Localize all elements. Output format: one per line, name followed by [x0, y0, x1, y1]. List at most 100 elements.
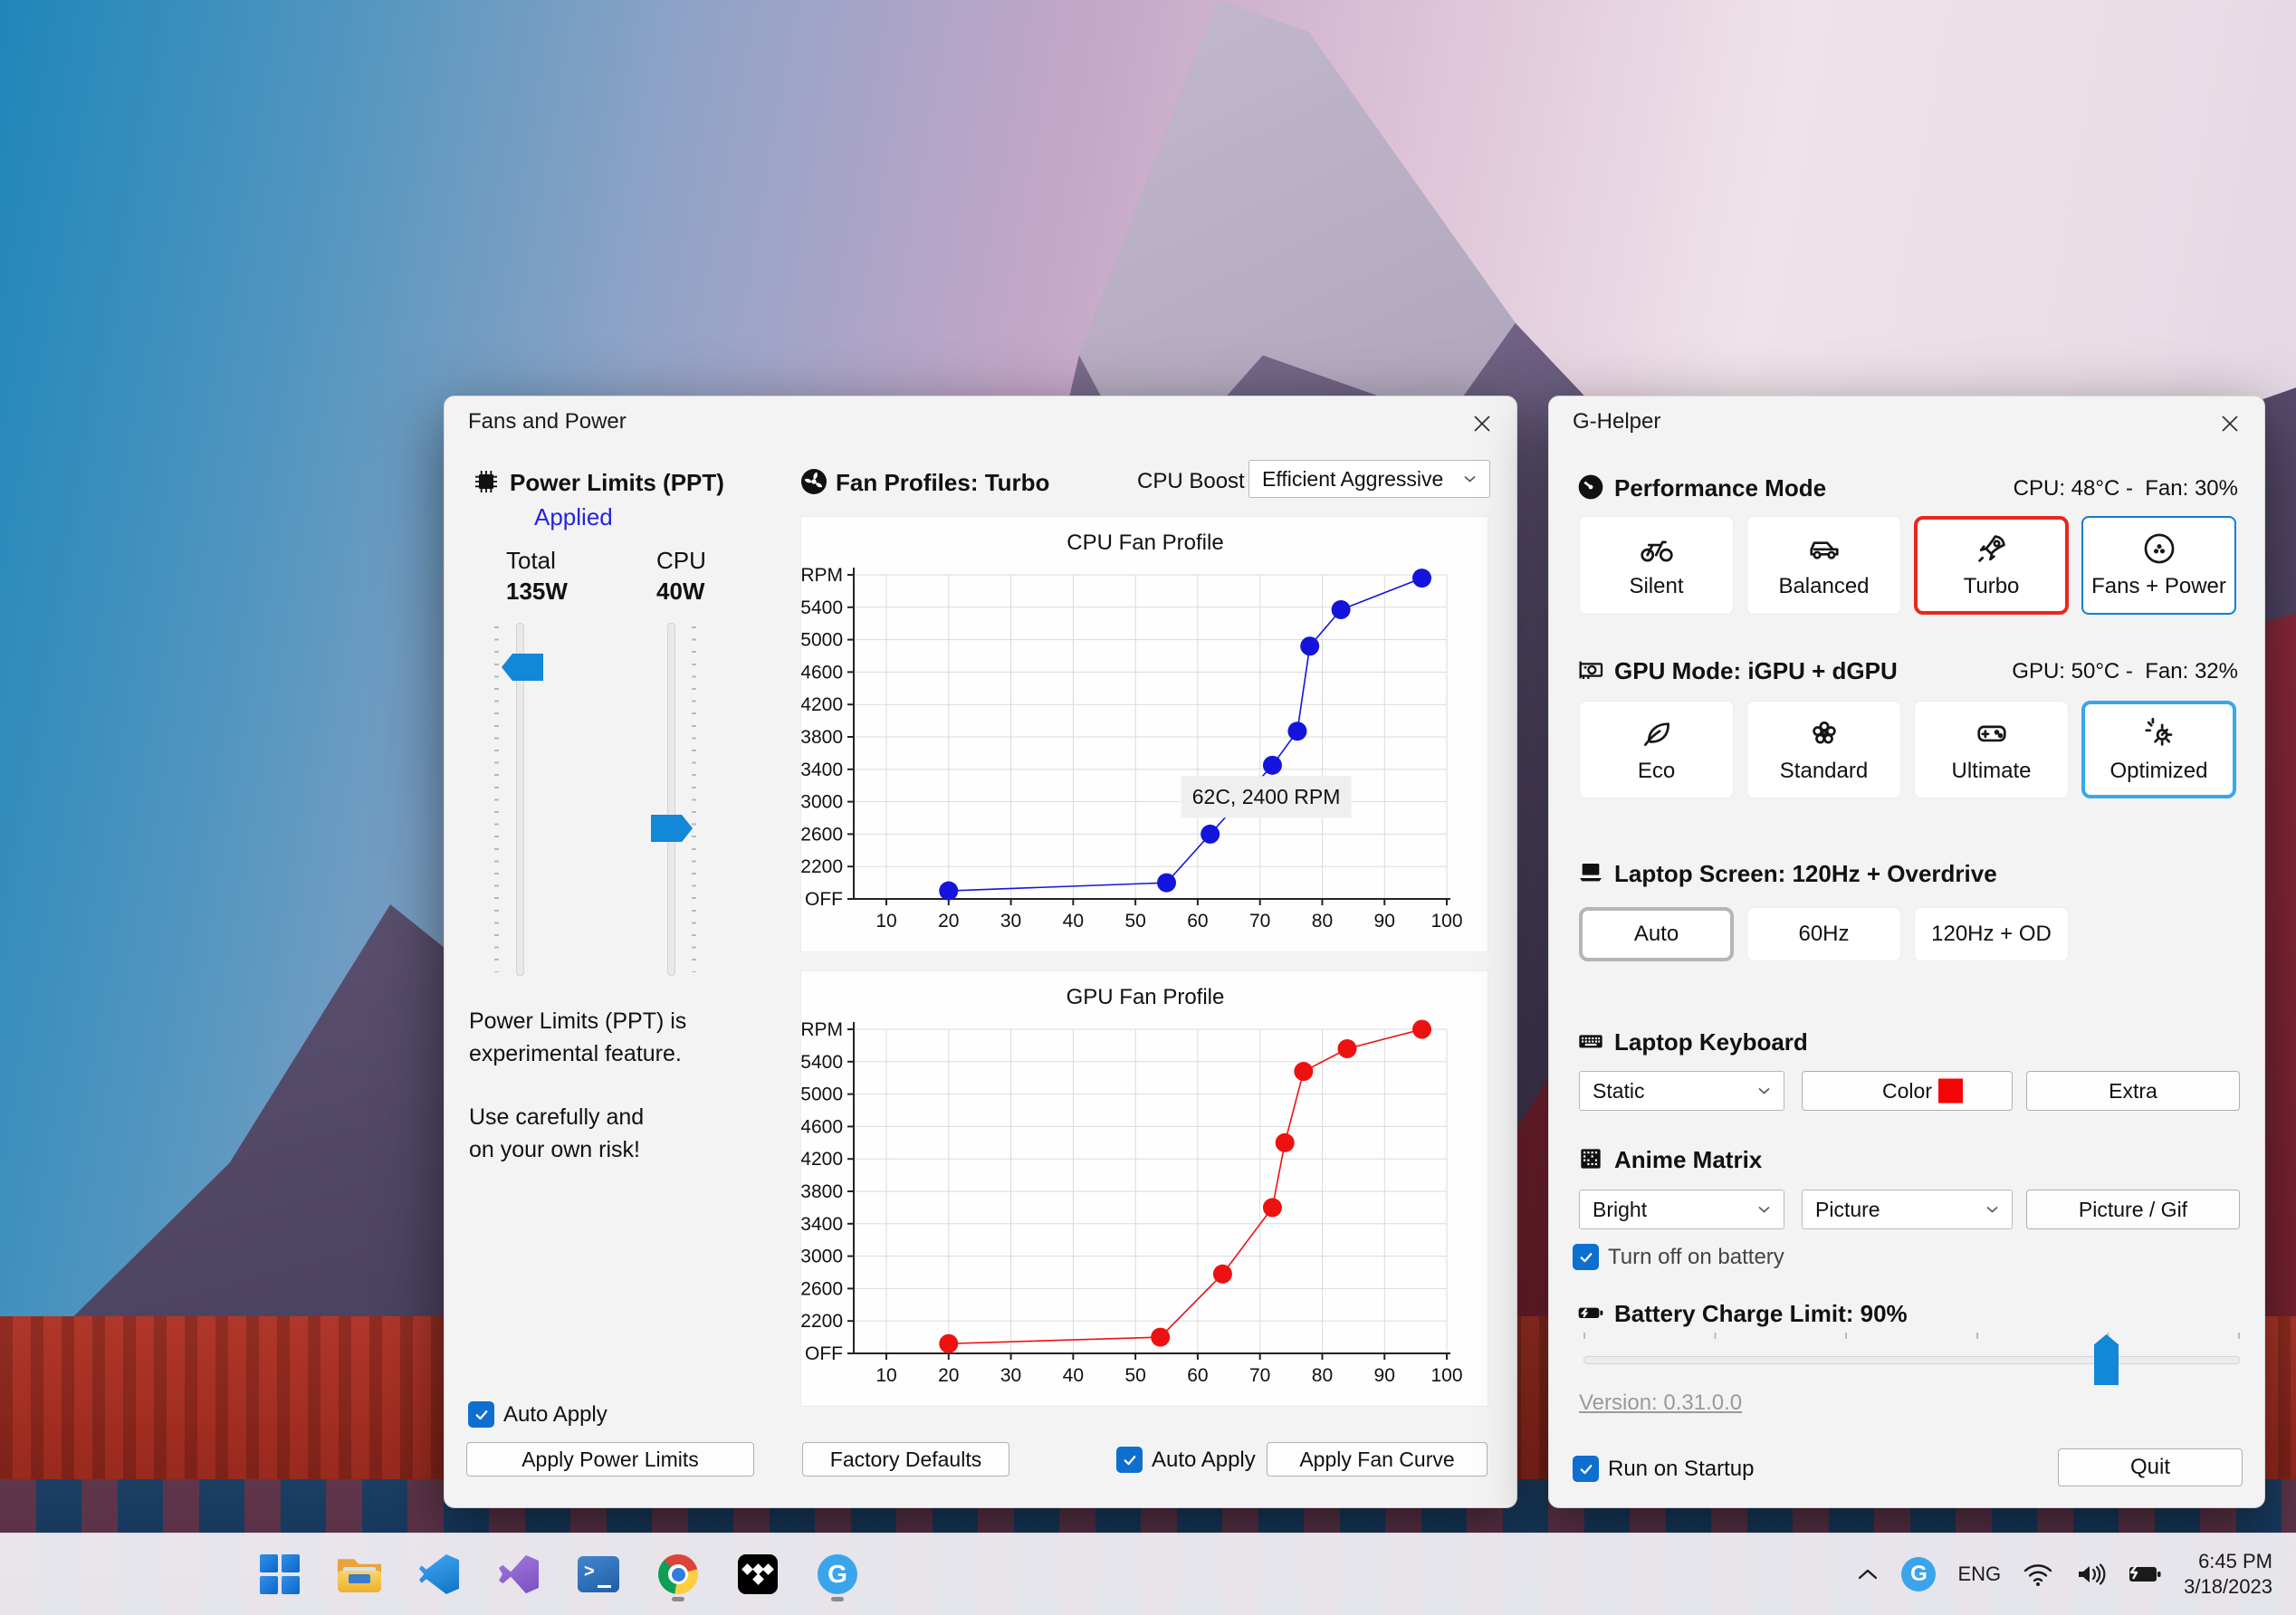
visual-studio-icon — [499, 1554, 539, 1594]
fans-power-button[interactable]: Fans + Power — [2081, 516, 2236, 615]
ghelper-taskbar-button[interactable]: G — [813, 1546, 862, 1602]
chevron-down-icon — [1464, 475, 1476, 483]
svg-text:3400: 3400 — [801, 760, 843, 780]
visual-studio-button[interactable] — [494, 1546, 543, 1602]
battery-charging-icon[interactable] — [2128, 1562, 2162, 1586]
turn-off-on-battery-label: Turn off on battery — [1608, 1244, 1784, 1269]
factory-defaults-button[interactable]: Factory Defaults — [802, 1442, 1009, 1476]
chrome-button[interactable] — [654, 1546, 703, 1602]
matrix-mode-value: Picture — [1815, 1197, 1880, 1221]
volume-icon[interactable] — [2075, 1562, 2106, 1587]
svg-text:80: 80 — [1312, 911, 1333, 932]
screen-120hz-od-button[interactable]: 120Hz + OD — [1914, 907, 2069, 961]
total-slider-thumb[interactable] — [502, 654, 543, 681]
version-link[interactable]: Version: 0.31.0.0 — [1579, 1390, 1742, 1416]
run-on-startup-checkbox[interactable]: Run on Startup — [1573, 1456, 1754, 1482]
checkbox-checked-icon[interactable] — [1573, 1456, 1599, 1482]
ultimate-gpu-button[interactable]: Ultimate — [1914, 701, 2069, 798]
svg-text:20: 20 — [938, 1365, 959, 1386]
color-swatch — [1938, 1078, 1963, 1104]
gpu-fan-chart-panel: GPU Fan Profile OFF 2200 2600 3000 3400 3800 42… — [800, 970, 1488, 1407]
file-explorer-button[interactable] — [335, 1546, 384, 1602]
language-indicator[interactable]: ENG — [1957, 1562, 2001, 1586]
ghelper-tray-icon[interactable]: G — [1901, 1557, 1937, 1591]
keyboard-icon — [1579, 1035, 1602, 1048]
mode-button-label: Standard — [1779, 758, 1869, 783]
auto-apply-fan-checkbox[interactable]: Auto Apply — [1116, 1447, 1256, 1473]
turbo-mode-button[interactable]: Turbo — [1914, 516, 2069, 615]
svg-text:30: 30 — [1000, 911, 1021, 932]
close-icon[interactable] — [1462, 406, 1502, 442]
total-label: Total — [506, 547, 556, 574]
picture-gif-button[interactable]: Picture / Gif — [2026, 1190, 2240, 1229]
battery-slider-thumb[interactable] — [2094, 1334, 2119, 1385]
gpu-fan-curve-chart[interactable]: GPU Fan Profile OFF 2200 2600 3000 3400 3800 42… — [801, 971, 1489, 1408]
auto-apply-power-checkbox[interactable]: Auto Apply — [468, 1401, 607, 1428]
cpu-slider-thumb[interactable] — [651, 815, 693, 842]
powershell-button[interactable]: > — [574, 1546, 623, 1602]
vscode-button[interactable] — [415, 1546, 464, 1602]
wifi-icon[interactable] — [2023, 1562, 2053, 1587]
keyboard-extra-button[interactable]: Extra — [2026, 1071, 2240, 1111]
svg-text:OFF: OFF — [805, 889, 843, 910]
battery-limit-slider[interactable] — [1583, 1333, 2240, 1387]
turn-off-on-battery-checkbox[interactable]: Turn off on battery — [1573, 1244, 1784, 1270]
flower-icon — [1812, 721, 1836, 743]
slider-ticks — [692, 626, 696, 972]
start-button[interactable] — [255, 1546, 304, 1602]
svg-text:20: 20 — [938, 911, 959, 932]
warning-text-line1: Power Limits (PPT) is — [469, 1008, 687, 1034]
screen-buttons-row: Auto 60Hz 120Hz + OD — [1579, 907, 2069, 961]
vscode-icon — [419, 1554, 459, 1594]
matrix-mode-dropdown[interactable]: Picture — [1802, 1190, 2013, 1229]
total-power-slider[interactable] — [494, 623, 545, 976]
balanced-mode-button[interactable]: Balanced — [1746, 516, 1901, 615]
applied-status-link[interactable]: Applied — [534, 503, 613, 531]
cpu-power-slider[interactable] — [646, 623, 696, 976]
leaf-icon — [1643, 721, 1669, 746]
svg-text:2200: 2200 — [801, 856, 843, 877]
eco-gpu-button[interactable]: Eco — [1579, 701, 1734, 798]
gpu-mode-header: GPU Mode: iGPU + dGPU — [1614, 657, 1898, 684]
bicycle-icon — [1640, 540, 1673, 562]
tray-chevron-up-icon[interactable] — [1856, 1567, 1880, 1582]
standard-gpu-button[interactable]: Standard — [1746, 701, 1901, 798]
svg-text:3000: 3000 — [801, 792, 843, 813]
svg-text:5400: 5400 — [801, 597, 843, 618]
checkbox-checked-icon[interactable] — [1116, 1447, 1143, 1473]
close-icon[interactable] — [2210, 406, 2250, 442]
slider-track[interactable] — [667, 623, 675, 976]
svg-text:OFF: OFF — [805, 1343, 843, 1364]
checkbox-checked-icon[interactable] — [1573, 1244, 1599, 1270]
total-value: 135W — [506, 578, 568, 605]
keyboard-mode-dropdown[interactable]: Static — [1579, 1071, 1784, 1111]
gpu-buttons-row: Eco Standard Ultimate Optimized — [1579, 701, 2236, 798]
fans-and-power-window: Fans and Power Power Limits (PPT) Applie… — [444, 396, 1517, 1508]
cpu-boost-dropdown[interactable]: Efficient Aggressive — [1248, 460, 1490, 498]
svg-text:62C, 2400 RPM: 62C, 2400 RPM — [1192, 785, 1341, 808]
cpu-boost-label: CPU Boost — [1137, 469, 1245, 493]
car-icon — [1809, 541, 1839, 559]
svg-text:50: 50 — [1124, 1365, 1145, 1386]
matrix-brightness-dropdown[interactable]: Bright — [1579, 1190, 1784, 1229]
screen-60hz-button[interactable]: 60Hz — [1746, 907, 1901, 961]
running-indicator — [831, 1597, 844, 1601]
mode-button-label: Eco — [1637, 758, 1676, 783]
screen-auto-button[interactable]: Auto — [1579, 907, 1734, 961]
tidal-button[interactable] — [733, 1546, 782, 1602]
silent-mode-button[interactable]: Silent — [1579, 516, 1734, 615]
keyboard-color-button[interactable]: Color — [1802, 1071, 2013, 1111]
apply-power-limits-button[interactable]: Apply Power Limits — [466, 1442, 754, 1476]
chevron-down-icon — [1986, 1206, 1998, 1213]
quit-button[interactable]: Quit — [2058, 1448, 2243, 1486]
svg-text:4200: 4200 — [801, 1149, 843, 1170]
checkbox-checked-icon[interactable] — [468, 1401, 494, 1428]
cpu-fan-curve-chart[interactable]: CPU Fan Profile OFF 2200 2600 3000 3400 3800 42… — [801, 517, 1489, 953]
optimized-gpu-button[interactable]: Optimized — [2081, 701, 2236, 798]
slider-track[interactable] — [1583, 1356, 2240, 1364]
powershell-icon: > — [578, 1556, 619, 1592]
clock[interactable]: 6:45 PM 3/18/2023 — [2184, 1549, 2272, 1600]
taskbar: > G G ENG 6:45 PM 3/18/2023 — [0, 1533, 2296, 1615]
apply-fan-curve-button[interactable]: Apply Fan Curve — [1267, 1442, 1488, 1476]
svg-text:2600: 2600 — [801, 824, 843, 845]
